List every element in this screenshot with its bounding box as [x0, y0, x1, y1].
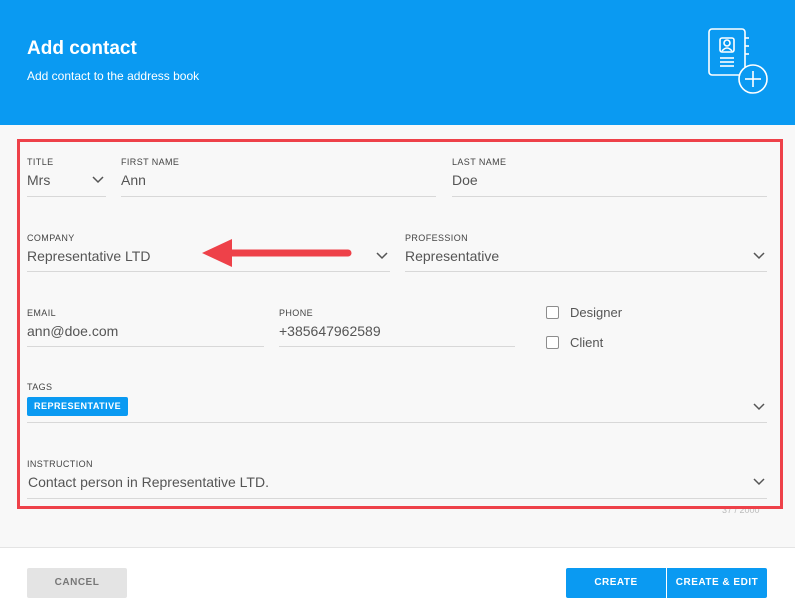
- cancel-button[interactable]: CANCEL: [27, 568, 127, 598]
- first-name-label: FIRST NAME: [121, 157, 180, 167]
- create-and-edit-button[interactable]: CREATE & EDIT: [667, 568, 767, 598]
- first-name-field[interactable]: FIRST NAME Ann: [121, 157, 436, 197]
- first-name-value: Ann: [121, 172, 146, 188]
- tags-select[interactable]: TAGS: [27, 382, 767, 423]
- chevron-down-icon: [753, 403, 765, 411]
- title-label: TITLE: [27, 157, 54, 167]
- company-label: COMPANY: [27, 233, 75, 243]
- checkbox-box[interactable]: [546, 336, 559, 349]
- email-label: EMAIL: [27, 308, 57, 318]
- last-name-value: Doe: [452, 172, 478, 188]
- checkbox-box[interactable]: [546, 306, 559, 319]
- chevron-down-icon: [753, 252, 765, 260]
- create-button[interactable]: CREATE: [566, 568, 666, 598]
- character-counter: 37 / 2000: [722, 505, 760, 515]
- title-value: Mrs: [27, 172, 51, 188]
- dialog-title: Add contact: [27, 38, 137, 59]
- instruction-field[interactable]: INSTRUCTION Contact person in Representa…: [27, 459, 767, 499]
- designer-label: Designer: [570, 305, 623, 320]
- title-select[interactable]: TITLE Mrs: [27, 157, 106, 197]
- red-arrow-icon: [202, 239, 352, 267]
- last-name-label: LAST NAME: [452, 157, 507, 167]
- instruction-label: INSTRUCTION: [27, 459, 93, 469]
- designer-checkbox[interactable]: Designer: [546, 305, 622, 320]
- company-value: Representative LTD: [27, 248, 151, 264]
- client-checkbox[interactable]: Client: [546, 335, 603, 350]
- chevron-down-icon: [92, 176, 104, 184]
- dialog-header: Add contact Add contact to the address b…: [0, 0, 795, 125]
- tag-chip[interactable]: REPRESENTATIVE: [27, 397, 129, 416]
- chevron-down-icon: [376, 252, 388, 260]
- phone-field[interactable]: PHONE +385647962589: [279, 308, 515, 347]
- dialog-subtitle: Add contact to the address book: [27, 69, 200, 83]
- phone-value: +385647962589: [279, 323, 381, 339]
- footer-divider: [0, 547, 795, 548]
- profession-label: PROFESSION: [405, 233, 469, 243]
- tags-label: TAGS: [27, 382, 53, 392]
- profession-select[interactable]: PROFESSION Representative: [405, 233, 767, 272]
- address-book-add-icon: [708, 28, 768, 94]
- profession-value: Representative: [405, 248, 500, 264]
- email-field[interactable]: EMAIL ann@doe.com: [27, 308, 264, 347]
- chevron-down-icon: [753, 478, 765, 486]
- last-name-field[interactable]: LAST NAME Doe: [452, 157, 767, 197]
- client-label: Client: [570, 335, 604, 350]
- phone-label: PHONE: [279, 308, 314, 318]
- instruction-value: Contact person in Representative LTD.: [28, 474, 269, 490]
- email-value: ann@doe.com: [27, 323, 119, 339]
